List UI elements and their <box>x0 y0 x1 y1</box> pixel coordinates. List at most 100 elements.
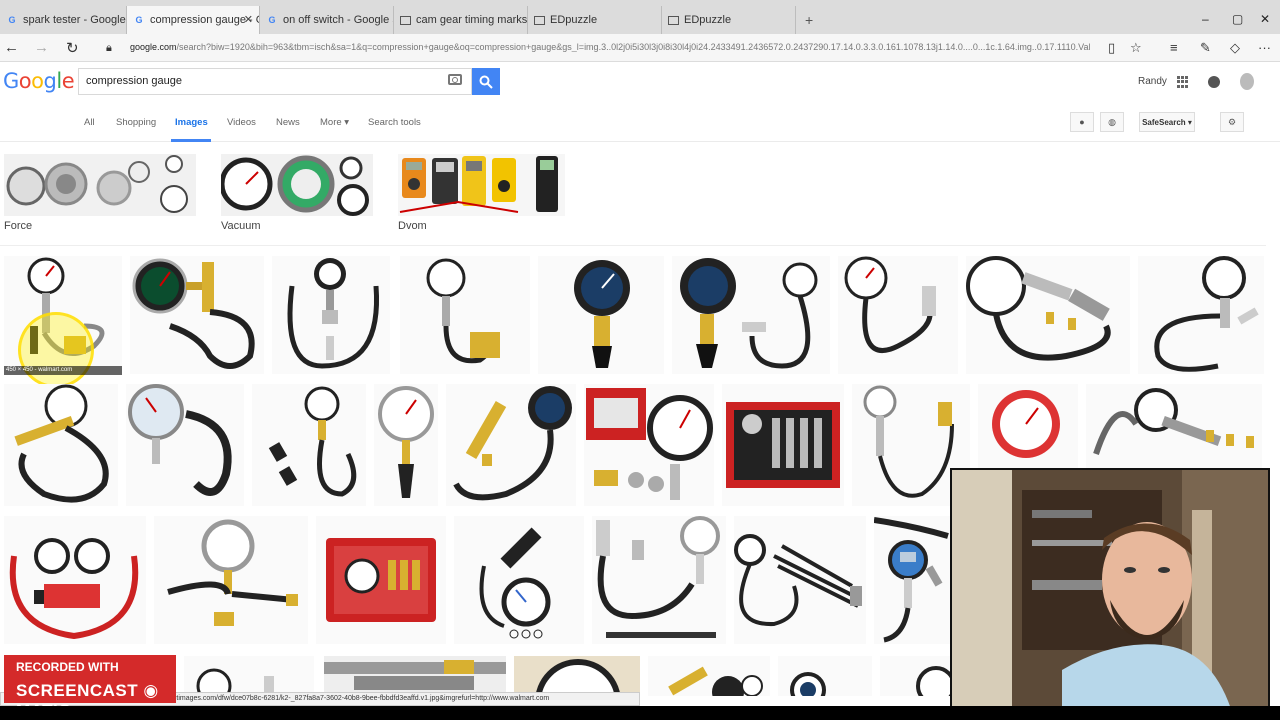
tab-videos[interactable]: Videos <box>227 117 256 128</box>
image-result[interactable] <box>324 656 506 696</box>
image-result[interactable] <box>454 516 584 644</box>
image-result[interactable] <box>514 656 640 696</box>
person-filter-icon[interactable]: ● <box>1070 112 1094 132</box>
browser-tab[interactable]: EDpuzzle <box>662 6 796 34</box>
maximize-icon[interactable]: ▢ <box>1232 12 1243 26</box>
search-input[interactable]: compression gauge <box>78 68 472 95</box>
related-label-vacuum[interactable]: Vacuum <box>221 220 261 232</box>
image-result[interactable] <box>126 384 244 506</box>
browser-tab-active[interactable]: G compression gauge - Go ✕ <box>127 6 260 34</box>
image-result[interactable] <box>272 256 390 374</box>
image-result[interactable] <box>838 256 958 374</box>
avatar[interactable] <box>1240 73 1254 90</box>
image-result[interactable] <box>154 516 308 644</box>
related-label-force[interactable]: Force <box>4 220 32 232</box>
image-result[interactable] <box>184 656 314 696</box>
tab-images[interactable]: Images <box>175 117 208 128</box>
image-result[interactable] <box>538 256 664 374</box>
image-result[interactable] <box>874 516 950 644</box>
image-result[interactable] <box>978 384 1078 468</box>
related-search-force-image[interactable] <box>4 154 196 216</box>
globe-filter-icon[interactable]: ◍ <box>1100 112 1124 132</box>
image-result[interactable] <box>374 384 438 506</box>
browser-tab[interactable]: cam gear timing marks brigg <box>394 6 528 34</box>
presenter-video <box>952 470 1268 708</box>
google-logo[interactable]: Google <box>3 69 75 93</box>
active-tab-indicator <box>171 139 211 142</box>
tab-more[interactable]: More ▾ <box>320 117 349 128</box>
compression-gauge-image <box>596 516 720 638</box>
share-icon[interactable]: ◇ <box>1230 40 1240 56</box>
image-result[interactable] <box>734 516 866 644</box>
image-result[interactable] <box>400 256 530 374</box>
tab-shopping[interactable]: Shopping <box>116 117 156 128</box>
related-search-vacuum-image[interactable] <box>221 154 373 216</box>
screencast-watermark: RECORDED WITH SCREENCAST ◉ MATIC <box>4 655 176 720</box>
image-result[interactable] <box>252 384 366 506</box>
page-favicon-icon <box>400 15 411 25</box>
logo-letter: o <box>31 69 44 93</box>
hub-icon[interactable]: ≡ <box>1170 40 1178 55</box>
tab-news[interactable]: News <box>276 117 300 128</box>
browser-tab[interactable]: G spark tester - Google Search <box>0 6 127 34</box>
search-tools[interactable]: Search tools <box>368 117 421 128</box>
image-result[interactable] <box>446 384 576 506</box>
url-field[interactable]: google.com/search?biw=1920&bih=963&tbm=i… <box>130 42 1090 52</box>
image-result[interactable] <box>4 516 146 644</box>
compression-gauge-image <box>426 258 500 364</box>
related-label-dvom[interactable]: Dvom <box>398 220 427 232</box>
image-result[interactable] <box>648 656 770 696</box>
webcam-overlay <box>950 468 1270 710</box>
logo-letter: e <box>61 69 75 93</box>
image-result[interactable] <box>592 516 726 644</box>
image-result[interactable] <box>4 384 118 506</box>
web-note-icon[interactable]: ✎ <box>1200 40 1211 56</box>
compression-gauge-image <box>790 672 826 696</box>
compression-gauge-image <box>196 668 274 696</box>
close-tab-icon[interactable]: ✕ <box>244 13 253 26</box>
compression-gauge-image <box>1093 388 1254 455</box>
search-query-text: compression gauge <box>86 75 183 87</box>
apps-grid-icon[interactable] <box>1177 76 1189 88</box>
tab-all[interactable]: All <box>84 117 95 128</box>
refresh-icon[interactable]: ↻ <box>66 39 79 57</box>
compression-gauge-image <box>1154 256 1259 372</box>
lock-icon: 🔒︎ <box>106 42 112 54</box>
compression-gauge-image <box>287 258 380 369</box>
more-icon[interactable]: ··· <box>1258 40 1271 55</box>
reading-view-icon[interactable]: ▯ <box>1108 40 1115 56</box>
minimize-icon[interactable]: – <box>1202 12 1209 26</box>
favorite-star-icon[interactable]: ☆ <box>1130 40 1142 56</box>
related-search-dvom-image[interactable] <box>398 154 565 216</box>
close-window-icon[interactable]: ✕ <box>1260 12 1270 26</box>
compression-gauge-image <box>479 527 551 639</box>
image-result[interactable] <box>722 384 844 506</box>
image-result[interactable] <box>584 384 714 506</box>
image-result[interactable] <box>880 656 950 696</box>
tab-title: on off switch - Google Searc <box>283 14 393 26</box>
camera-icon[interactable] <box>448 74 462 85</box>
compression-gauge-image <box>734 534 862 627</box>
image-result[interactable] <box>966 256 1130 374</box>
compression-gauge-image <box>378 386 434 498</box>
safesearch-dropdown[interactable]: SafeSearch ▾ <box>1139 112 1195 132</box>
new-tab-button[interactable]: + <box>805 12 813 28</box>
image-result[interactable] <box>130 256 264 374</box>
forward-arrow-icon[interactable]: → <box>34 39 49 56</box>
browser-tab-bar: G spark tester - Google Search G compres… <box>0 0 1280 34</box>
image-result[interactable] <box>1138 256 1264 374</box>
image-result[interactable] <box>672 256 830 374</box>
user-name[interactable]: Randy <box>1138 76 1167 87</box>
search-button[interactable] <box>472 68 500 95</box>
notifications-icon[interactable] <box>1208 76 1220 88</box>
back-arrow-icon[interactable]: ← <box>4 39 19 56</box>
image-result[interactable] <box>1086 384 1262 468</box>
magnifier-icon <box>479 75 493 89</box>
image-result[interactable] <box>316 516 446 644</box>
compression-gauge-image <box>668 666 763 696</box>
browser-tab[interactable]: G on off switch - Google Searc <box>260 6 394 34</box>
tab-title: spark tester - Google Search <box>23 14 126 26</box>
settings-gear-icon[interactable]: ⚙ <box>1220 112 1244 132</box>
image-result[interactable] <box>778 656 872 696</box>
browser-tab[interactable]: EDpuzzle <box>528 6 662 34</box>
